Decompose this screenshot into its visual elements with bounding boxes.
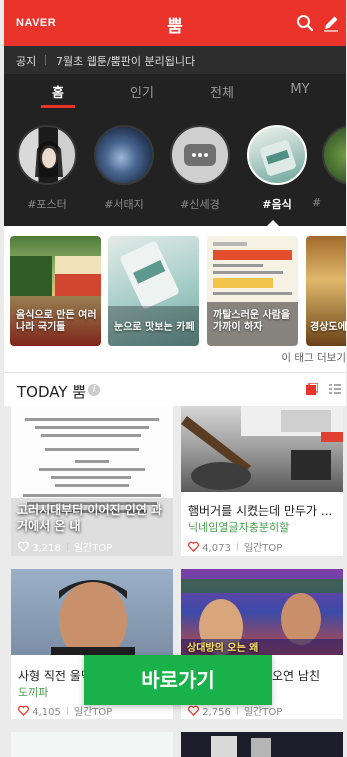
post-card[interactable]: 고러시대부터 이어진 인연 과거에서 온 내 3,218 일간TOP [11, 406, 173, 556]
card-cafe[interactable]: 눈으로 맛보는 카페 [108, 236, 199, 346]
card-flags[interactable]: 음식으로 만든 여러 나라 국기들 [10, 236, 101, 346]
more-dots-icon [172, 127, 228, 183]
more-tags-link[interactable]: 이 태그 더보기 [281, 350, 346, 365]
post-card[interactable]: 햄버거를 시켰는데 만두가 ... 닉네임열글자충분히할 4,073 일간TOP [181, 406, 343, 556]
post-meta: 4,073 일간TOP [188, 539, 282, 554]
post-meta: 4,105 일간TOP [18, 703, 112, 718]
post-thumb [181, 406, 343, 492]
card-caption: 눈으로 맛보는 카페 [114, 322, 195, 333]
main-tabs: 홈 인기 전체 MY [4, 74, 346, 108]
burger-restaurant-image [181, 406, 343, 490]
post-meta: 2,756 일간TOP [188, 703, 282, 718]
search-icon[interactable] [296, 14, 314, 32]
app-frame: NAVER 뿜 공지 7월초 웹툰/뿜판이 분리됩니다 홈 인기 전체 MY #… [4, 0, 346, 757]
meta-divider [66, 543, 68, 551]
today-header: TODAY 뿜 i [4, 372, 346, 406]
top-bar: NAVER 뿜 [4, 0, 346, 46]
post-source[interactable]: 도끼파 [18, 684, 48, 700]
food-product-image [260, 140, 296, 176]
like-icon[interactable] [188, 541, 199, 552]
today-title: TODAY 뿜 [17, 383, 87, 401]
meta-divider [236, 707, 238, 715]
post-badge: 일간TOP [243, 543, 283, 554]
list-view-icon[interactable] [329, 383, 341, 395]
related-cards: 음식으로 만든 여러 나라 국기들 눈으로 맛보는 카페 까탈스러운 사람을 가… [4, 226, 346, 372]
meta-divider [236, 543, 238, 551]
tag-label-shinsekyung[interactable]: #신세경 [160, 196, 240, 212]
tag-thumb-food[interactable] [247, 125, 307, 185]
post-title: 햄버거를 시켰는데 만두가 ... [188, 504, 333, 518]
post-badge: 일간TOP [73, 543, 113, 554]
card-caption: 경상도에 식 [310, 322, 346, 333]
notice-divider [45, 55, 46, 65]
tag-carousel: #포스터 #서태지 #신세경 #음식 # [4, 108, 346, 226]
go-button[interactable]: 바로가기 [84, 655, 272, 705]
tag-thumb-seotaiji[interactable] [94, 125, 154, 185]
post-badge: 일간TOP [243, 707, 283, 718]
post-badge: 일간TOP [73, 707, 113, 718]
tag-label-partial[interactable]: # [312, 196, 342, 209]
tag-thumb-poster[interactable] [17, 125, 77, 185]
like-count: 4,073 [202, 543, 231, 554]
tag-label-poster[interactable]: #포스터 [7, 196, 87, 212]
card-picky[interactable]: 까탈스러운 사람을 가까이 하자 [207, 236, 298, 346]
like-icon[interactable] [18, 705, 29, 716]
card-caption: 음식으로 만든 여러 나라 국기들 [16, 310, 97, 333]
man-portrait-image [51, 580, 135, 655]
like-count: 2,756 [202, 707, 231, 718]
tag-label-seotaiji[interactable]: #서태지 [84, 196, 164, 212]
page-title[interactable]: 뿜 [4, 12, 346, 37]
tab-home[interactable]: 홈 [28, 82, 88, 101]
post-overlay-caption: 상대방의 오는 왜 [187, 643, 259, 654]
post-thumb: 상대방의 오는 왜 [181, 569, 343, 655]
tag-thumb-partial[interactable] [322, 125, 346, 185]
card-caption: 까탈스러운 사람을 가까이 하자 [213, 310, 291, 333]
poster-face-image [35, 141, 63, 177]
tag-thumb-shinsekyung[interactable] [170, 125, 230, 185]
tag-label-food[interactable]: #음식 [237, 196, 317, 212]
pencil-icon[interactable] [322, 14, 340, 32]
like-count: 4,105 [32, 707, 61, 718]
post-card[interactable] [11, 732, 173, 757]
tab-all[interactable]: 전체 [192, 82, 252, 101]
notice-label: 공지 [16, 55, 37, 68]
meta-divider [66, 707, 68, 715]
tab-my[interactable]: MY [270, 82, 330, 97]
card-gyeongsang[interactable]: 경상도에 식 [306, 236, 346, 346]
notice-text[interactable]: 7월초 웹툰/뿜판이 분리됩니다 [56, 53, 195, 69]
like-icon[interactable] [188, 705, 199, 716]
post-meta: 3,218 일간TOP [18, 539, 112, 554]
post-thumb-partial [211, 736, 271, 757]
notice-bar[interactable]: 공지 7월초 웹툰/뿜판이 분리됩니다 [4, 46, 346, 74]
post-overlay-title: 고러시대부터 이어진 인연 과거에서 온 내 [17, 503, 163, 533]
post-source[interactable]: 닉네임열글자충분히할 [188, 519, 289, 535]
like-icon[interactable] [18, 541, 29, 552]
tab-popular[interactable]: 인기 [112, 82, 172, 101]
info-icon[interactable]: i [88, 384, 100, 396]
post-thumb [11, 569, 173, 655]
card-view-icon[interactable] [306, 383, 318, 395]
like-count: 3,218 [32, 543, 61, 554]
post-thumb: 고러시대부터 이어진 인연 과거에서 온 내 [11, 406, 173, 556]
post-card[interactable] [181, 732, 343, 757]
